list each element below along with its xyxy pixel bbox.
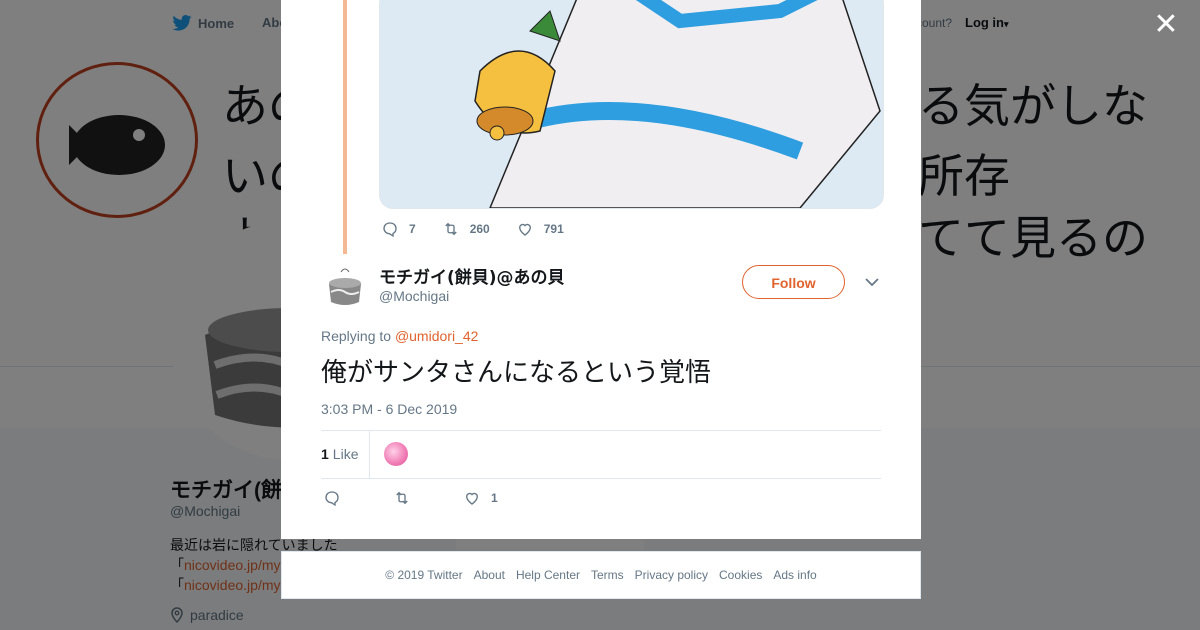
reply-icon bbox=[383, 222, 397, 238]
like-button[interactable]: 1 bbox=[463, 489, 498, 507]
thread-connector-line bbox=[343, 0, 347, 254]
santa-illustration-icon bbox=[380, 0, 883, 208]
reply-icon bbox=[325, 491, 339, 507]
retweet-button[interactable]: 260 bbox=[442, 220, 490, 238]
author-handle[interactable]: @Mochigai bbox=[379, 288, 449, 304]
tweet-actions: 1 bbox=[323, 489, 550, 507]
author-name[interactable]: モチガイ(餅貝)@あの貝 bbox=[379, 263, 565, 288]
footer-link-help[interactable]: Help Center bbox=[516, 568, 580, 582]
reply-button[interactable] bbox=[323, 489, 341, 507]
footer-link-about[interactable]: About bbox=[474, 568, 505, 582]
author-avatar[interactable] bbox=[321, 262, 369, 310]
retweet-icon bbox=[396, 491, 408, 505]
parent-tweet-actions: 7 260 791 bbox=[381, 220, 590, 238]
follow-button[interactable]: Follow bbox=[742, 265, 845, 299]
like-stat-count: 1 bbox=[321, 446, 329, 462]
tweet-permalink-modal: 7 260 791 モチガイ(餅貝)@あの貝 @Mochigai Follow … bbox=[281, 0, 921, 539]
like-stat[interactable]: 1 Like bbox=[321, 446, 358, 462]
close-icon[interactable]: ✕ bbox=[1150, 9, 1182, 41]
like-stat-label: Like bbox=[332, 446, 359, 462]
replying-to: Replying to @umidori_42 bbox=[321, 328, 478, 344]
like-count: 1 bbox=[491, 491, 498, 505]
tweet-text: 俺がサンタさんになるという覚悟 bbox=[321, 358, 712, 388]
heart-icon bbox=[466, 492, 478, 505]
tweet-timestamp[interactable]: 3:03 PM - 6 Dec 2019 bbox=[321, 401, 457, 417]
clam-avatar-icon bbox=[329, 268, 361, 305]
reply-mention-link[interactable]: @umidori_42 bbox=[395, 328, 478, 344]
reply-count: 7 bbox=[409, 222, 416, 236]
stats-divider bbox=[369, 431, 370, 478]
footer-copyright: © 2019 Twitter bbox=[385, 568, 463, 582]
like-button[interactable]: 791 bbox=[516, 220, 564, 238]
liker-avatar[interactable] bbox=[384, 442, 408, 466]
tweet-media-image[interactable] bbox=[379, 0, 884, 209]
modal-footer: © 2019 Twitter About Help Center Terms P… bbox=[281, 551, 921, 599]
retweet-count: 260 bbox=[469, 222, 490, 236]
footer-link-privacy[interactable]: Privacy policy bbox=[635, 568, 708, 582]
footer-link-cookies[interactable]: Cookies bbox=[719, 568, 762, 582]
replying-to-label: Replying to bbox=[321, 328, 392, 344]
retweet-icon bbox=[444, 222, 457, 236]
like-count: 791 bbox=[543, 222, 564, 236]
footer-link-ads[interactable]: Ads info bbox=[773, 568, 816, 582]
footer-link-terms[interactable]: Terms bbox=[591, 568, 624, 582]
retweet-button[interactable] bbox=[393, 489, 411, 507]
tweet-stats: 1 Like bbox=[321, 430, 881, 479]
chevron-down-icon[interactable] bbox=[865, 277, 879, 287]
reply-button[interactable]: 7 bbox=[381, 220, 416, 238]
heart-icon bbox=[518, 223, 531, 236]
